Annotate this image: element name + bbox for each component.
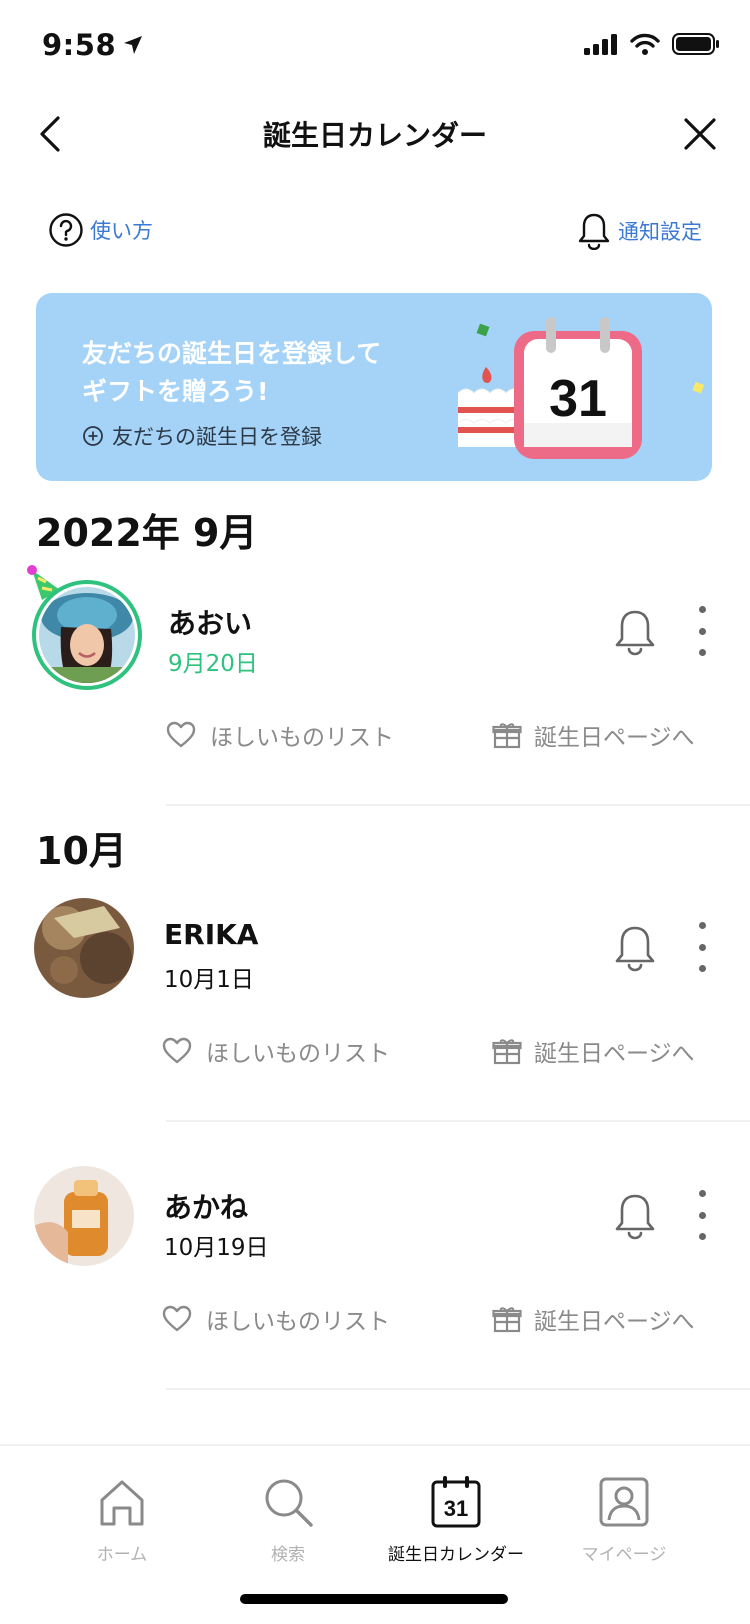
how-to-use-label: 使い方 [90, 219, 153, 243]
friend-row-erika: ERIKA 10月1日 ほしいものリスト 誕生日ページへ [0, 894, 750, 1154]
cake-calendar-illustration: 31 [457, 317, 705, 459]
friend-row-akane: あかね 10月19日 ほしいものリスト 誕生日ページへ [0, 1162, 750, 1422]
signal-icon [584, 34, 617, 55]
heart-icon [166, 721, 196, 748]
banner-headline-line2: ギフトを贈ろう! [82, 377, 269, 406]
banner-headline-line1: 友だちの誕生日を登録して [82, 339, 382, 368]
heart-icon [162, 1305, 192, 1332]
friend-row-aoi: あおい 9月20日 ほしいものリスト 誕生日ページへ [0, 565, 750, 838]
birthday-page-button[interactable]: 誕生日ページへ [492, 718, 695, 752]
row-divider [166, 1120, 750, 1122]
gift-icon [492, 1039, 522, 1065]
more-options-icon[interactable] [692, 606, 712, 656]
banner-headline: 友だちの誕生日を登録して ギフトを贈ろう! [82, 335, 422, 411]
battery-icon [672, 33, 719, 55]
status-time: 9:58 [42, 28, 144, 62]
tab-home-label: ホーム [96, 1545, 148, 1565]
avatar-photo-aoi [39, 587, 135, 683]
bell-icon[interactable] [614, 924, 656, 972]
more-options-icon[interactable] [692, 922, 712, 972]
month-header-september: 2022年 9月 [36, 511, 258, 555]
friend-name: ERIKA [164, 918, 259, 951]
register-birthday-banner[interactable]: 友だちの誕生日を登録して ギフトを贈ろう! 友だちの誕生日を登録 31 [36, 293, 712, 481]
bottom-tab-bar: ホーム 検索 31 誕生日カレンダー マイページ [0, 1444, 750, 1624]
avatar-akane[interactable] [34, 1166, 140, 1272]
birthday-page-label: 誕生日ページへ [534, 1309, 695, 1335]
tab-home[interactable]: ホーム [42, 1474, 202, 1565]
avatar-aoi[interactable] [32, 580, 142, 690]
friend-name: あおい [168, 607, 253, 640]
gift-icon [492, 1307, 522, 1333]
birthday-page-label: 誕生日ページへ [534, 725, 695, 751]
tab-calendar-number: 31 [444, 1496, 468, 1521]
search-icon [265, 1479, 313, 1527]
home-icon [100, 1480, 144, 1526]
bell-icon [578, 213, 610, 250]
month-header-october: 10月 [36, 829, 127, 873]
notification-settings-link[interactable]: 通知設定 [578, 212, 702, 250]
birthday-page-button[interactable]: 誕生日ページへ [492, 1302, 695, 1336]
bell-icon[interactable] [614, 608, 656, 656]
wifi-icon [630, 33, 660, 55]
tab-search[interactable]: 検索 [208, 1474, 368, 1565]
status-time-text: 9:58 [42, 28, 117, 62]
friend-birthday-date: 9月20日 [168, 651, 258, 677]
avatar-birthday-ring [32, 580, 142, 690]
status-bar: 9:58 [0, 0, 750, 92]
register-birthday-link[interactable]: 友だちの誕生日を登録 [82, 421, 322, 451]
tab-birthday-calendar[interactable]: 31 誕生日カレンダー [376, 1474, 536, 1565]
tab-birthday-calendar-label: 誕生日カレンダー [388, 1545, 524, 1565]
bell-icon[interactable] [614, 1192, 656, 1240]
row-divider [166, 804, 750, 806]
wishlist-button[interactable]: ほしいものリスト [162, 1302, 390, 1336]
tab-search-label: 検索 [271, 1545, 305, 1565]
wishlist-label: ほしいものリスト [210, 725, 394, 751]
gift-icon [492, 723, 522, 749]
help-circle-icon [49, 213, 83, 247]
avatar-erika[interactable] [34, 898, 140, 1004]
wishlist-label: ほしいものリスト [206, 1309, 390, 1335]
wishlist-label: ほしいものリスト [206, 1041, 390, 1067]
birthday-page-label: 誕生日ページへ [534, 1041, 695, 1067]
location-arrow-icon [124, 36, 143, 54]
wishlist-button[interactable]: ほしいものリスト [166, 718, 394, 752]
friend-birthday-date: 10月1日 [164, 967, 254, 993]
row-divider [166, 1388, 750, 1390]
banner-calendar-number: 31 [549, 370, 607, 428]
avatar-photo-erika [34, 898, 134, 998]
tab-my-page[interactable]: マイページ [544, 1474, 704, 1565]
nav-bar: 誕生日カレンダー [0, 92, 750, 176]
how-to-use-link[interactable]: 使い方 [48, 212, 153, 248]
notification-settings-label: 通知設定 [618, 220, 702, 244]
profile-icon [599, 1477, 649, 1527]
wishlist-button[interactable]: ほしいものリスト [162, 1034, 390, 1068]
status-indicators [584, 32, 720, 56]
home-indicator [240, 1594, 508, 1604]
help-row: 使い方 通知設定 [0, 208, 750, 256]
more-options-icon[interactable] [692, 1190, 712, 1240]
page-title: 誕生日カレンダー [262, 119, 487, 152]
plus-circle-icon [83, 426, 103, 446]
tab-my-page-label: マイページ [581, 1545, 667, 1565]
friend-birthday-date: 10月19日 [164, 1235, 269, 1261]
avatar-photo-akane [34, 1166, 134, 1266]
close-icon[interactable] [680, 112, 720, 156]
birthday-page-button[interactable]: 誕生日ページへ [492, 1034, 695, 1068]
calendar-icon: 31 [431, 1476, 481, 1528]
friend-name: あかね [164, 1191, 249, 1224]
register-birthday-label: 友だちの誕生日を登録 [112, 425, 322, 449]
heart-icon [162, 1037, 192, 1064]
